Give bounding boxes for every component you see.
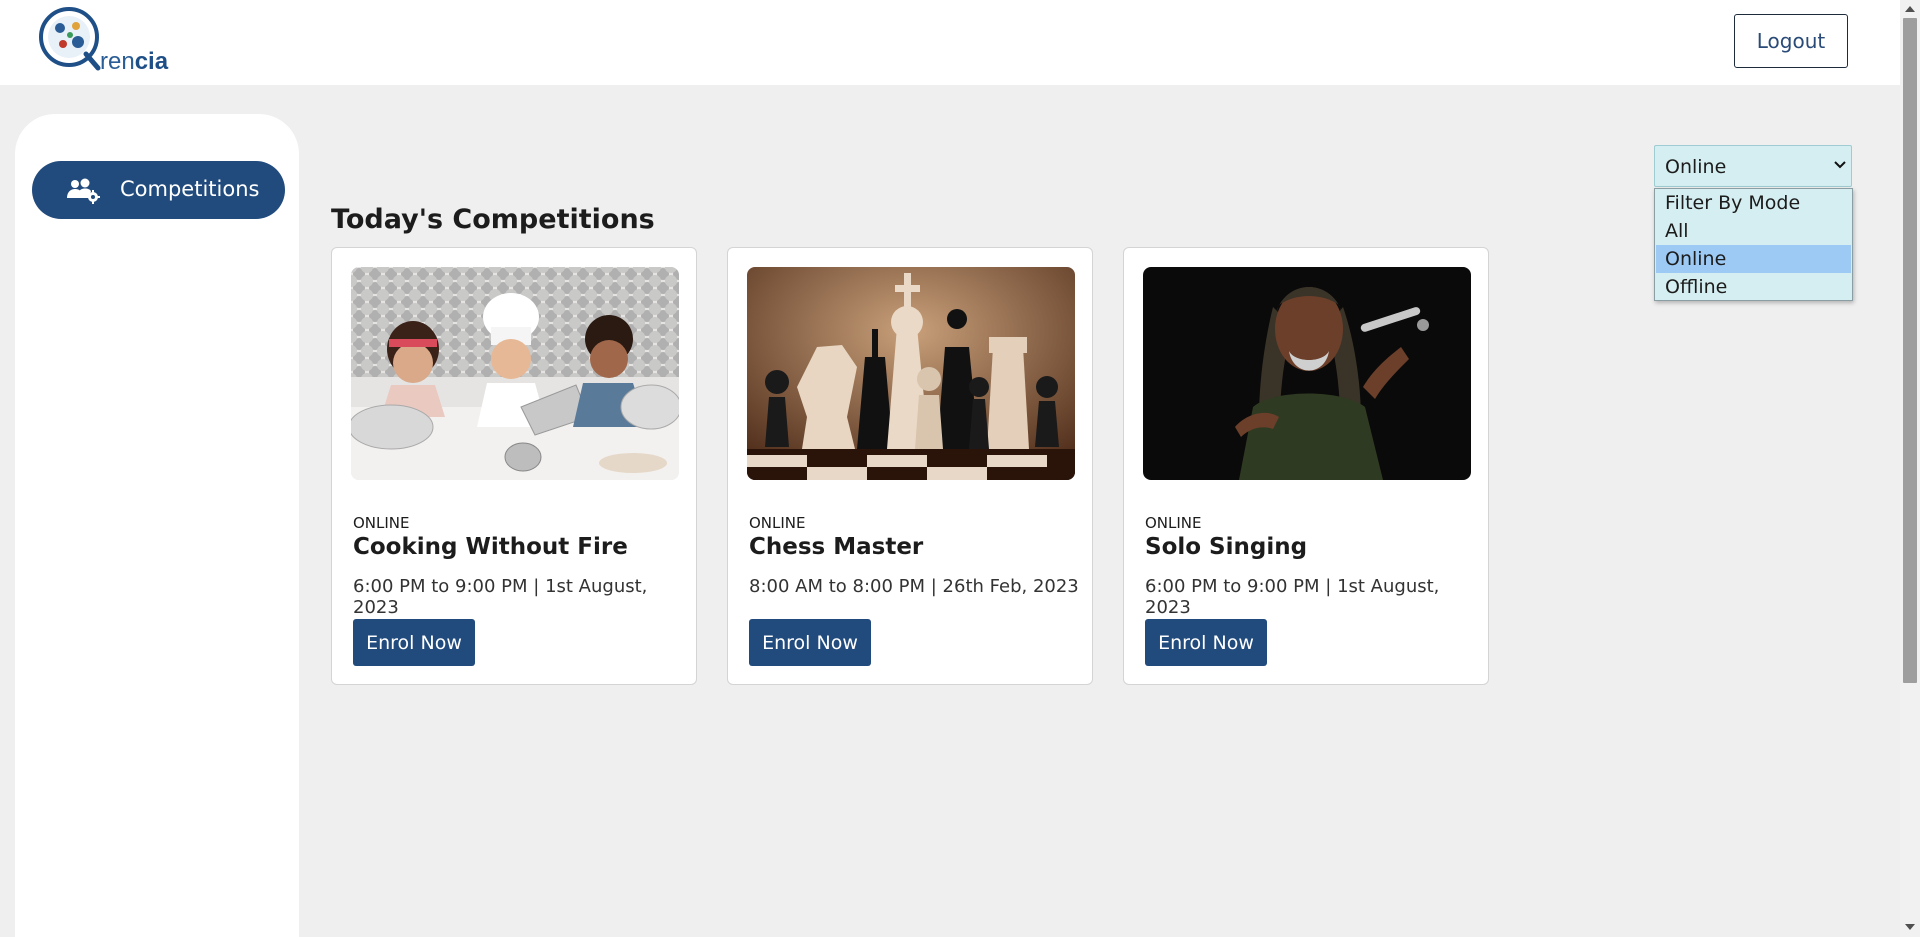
select-value: Online <box>1665 156 1727 178</box>
card-title: Solo Singing <box>1145 534 1308 560</box>
card-title: Chess Master <box>749 534 924 560</box>
logo-text-regular: ren <box>100 48 135 75</box>
card-mode: ONLINE <box>749 514 806 532</box>
option-filter-by-mode[interactable]: Filter By Mode <box>1656 189 1851 217</box>
card-time: 6:00 PM to 9:00 PM | 1st August, 2023 <box>353 576 648 618</box>
card-mode: ONLINE <box>1145 514 1202 532</box>
filter-mode-select[interactable]: Online <box>1654 145 1852 187</box>
enrol-now-button[interactable]: Enrol Now <box>353 619 475 666</box>
sidebar-item-label: Competitions <box>120 177 260 201</box>
scroll-thumb[interactable] <box>1903 18 1917 683</box>
singer-image <box>1143 267 1471 480</box>
logo-text: rencia <box>100 48 168 76</box>
scroll-down-icon[interactable] <box>1904 922 1916 932</box>
card-mode: ONLINE <box>353 514 410 532</box>
scroll-up-icon[interactable] <box>1904 4 1916 14</box>
top-header: rencia Logout <box>0 0 1900 85</box>
page-scrollbar[interactable] <box>1900 0 1920 937</box>
logout-button[interactable]: Logout <box>1734 14 1848 68</box>
option-online[interactable]: Online <box>1656 245 1851 273</box>
sidebar: Competitions <box>15 114 299 937</box>
competition-card: ONLINE Cooking Without Fire 6:00 PM to 9… <box>331 247 697 685</box>
logo-globe-icon <box>39 7 101 71</box>
card-time: 8:00 AM to 8:00 PM | 26th Feb, 2023 <box>749 576 1079 597</box>
page-title: Today's Competitions <box>331 204 655 235</box>
chess-pieces-image <box>747 267 1075 480</box>
qrencia-logo[interactable]: rencia <box>38 6 188 76</box>
card-title: Cooking Without Fire <box>353 534 628 560</box>
competition-card: ONLINE Chess Master 8:00 AM to 8:00 PM |… <box>727 247 1093 685</box>
card-time: 6:00 PM to 9:00 PM | 1st August, 2023 <box>1145 576 1440 618</box>
filter-mode-dropdown: Filter By Mode All Online Offline <box>1654 188 1853 301</box>
enrol-now-button[interactable]: Enrol Now <box>1145 619 1267 666</box>
users-gear-icon <box>67 178 100 204</box>
option-all[interactable]: All <box>1656 217 1851 245</box>
sidebar-item-competitions[interactable]: Competitions <box>32 161 285 219</box>
chevron-down-icon <box>1834 161 1846 169</box>
competition-card: ONLINE Solo Singing 6:00 PM to 9:00 PM |… <box>1123 247 1489 685</box>
option-offline[interactable]: Offline <box>1656 273 1851 301</box>
enrol-now-button[interactable]: Enrol Now <box>749 619 871 666</box>
logo-text-bold: cia <box>134 48 169 75</box>
kids-cooking-image <box>351 267 679 480</box>
